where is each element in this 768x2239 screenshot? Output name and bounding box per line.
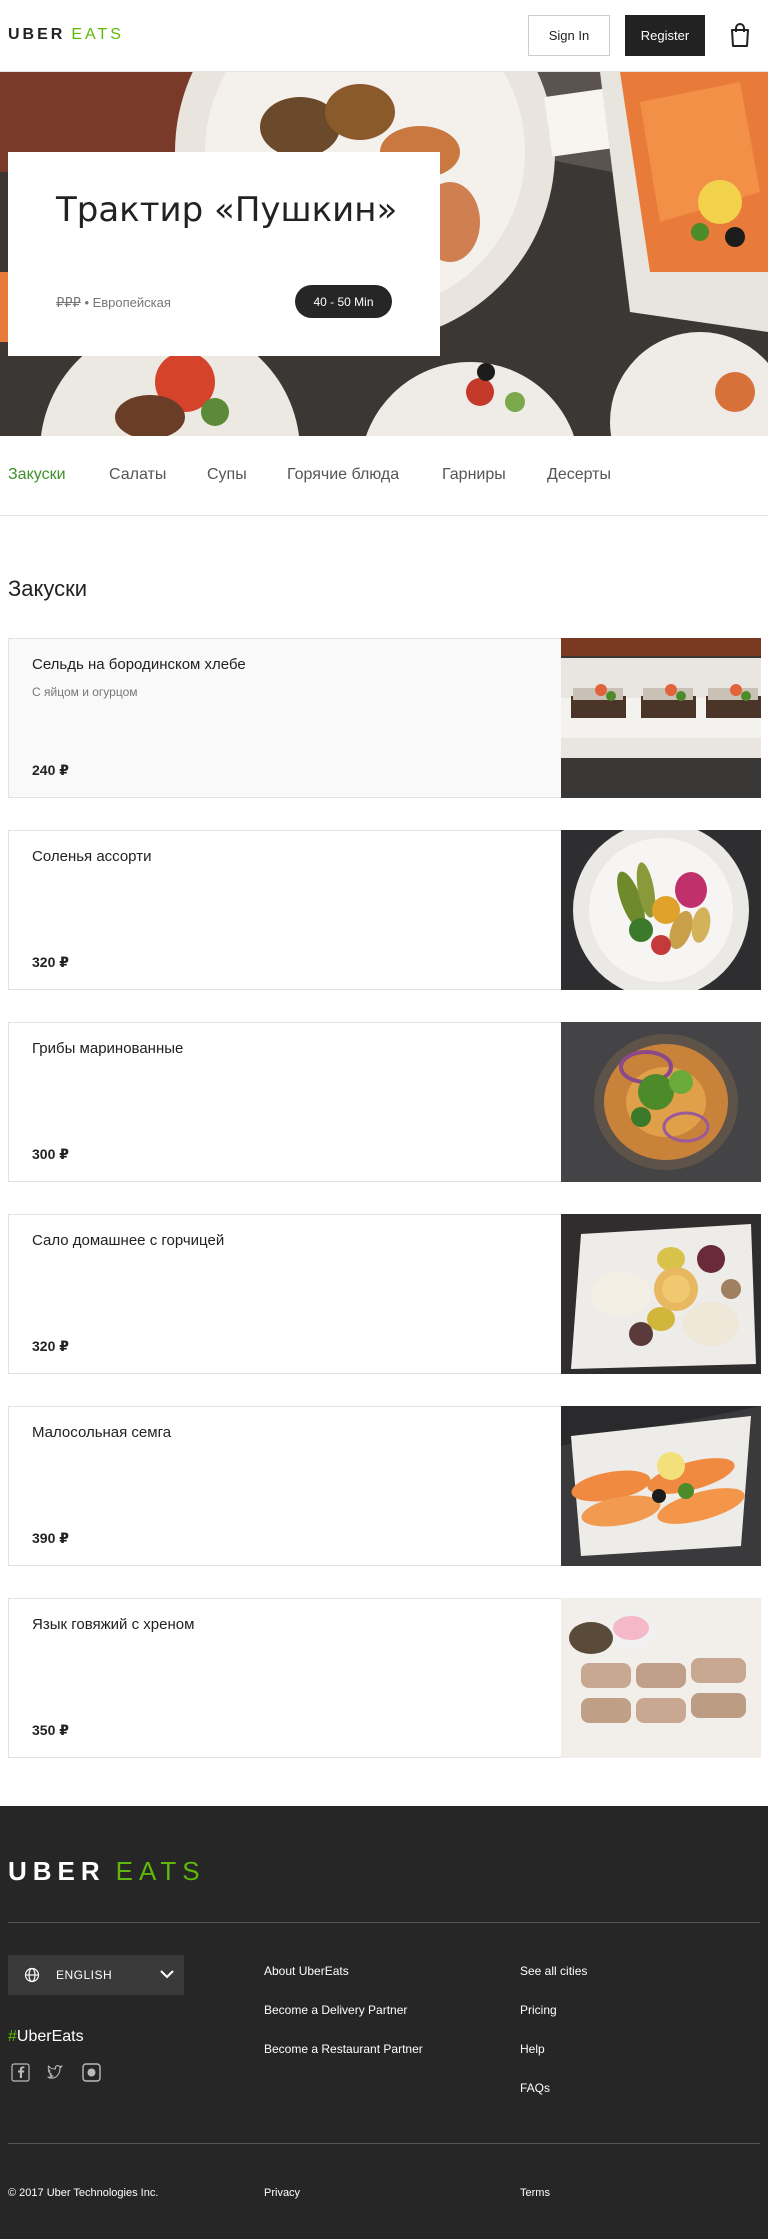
copyright-text: © 2017 Uber Technologies Inc. [8, 2187, 159, 2199]
page-footer: UBER EATS ENGLISH #UberEats About UberEat… [0, 1806, 768, 2239]
footer-logo-eats: EATS [115, 1856, 206, 1886]
terms-link[interactable]: Terms [520, 2187, 550, 2199]
tab-deserty[interactable]: Десерты [547, 466, 611, 484]
footer-link-help[interactable]: Help [520, 2042, 545, 2056]
tab-goryachie-blyuda[interactable]: Горячие блюда [287, 466, 399, 484]
footer-logo[interactable]: UBER EATS [8, 1856, 206, 1887]
tab-salaty[interactable]: Салаты [109, 466, 166, 484]
menu-item-card[interactable]: Грибы маринованные 300 ₽ [8, 1022, 761, 1182]
hashtag-ubereats: #UberEats [8, 2028, 84, 2046]
footer-link-restaurant-partner[interactable]: Become a Restaurant Partner [264, 2042, 423, 2056]
uber-eats-logo[interactable]: UBER EATS [8, 26, 124, 44]
menu-item-description: С яйцом и огурцом [32, 685, 138, 699]
menu-item-price: 390 ₽ [32, 1530, 69, 1546]
menu-item-price: 350 ₽ [32, 1722, 69, 1738]
menu-item-price: 300 ₽ [32, 1146, 69, 1162]
delivery-eta-badge: 40 - 50 Min [295, 285, 392, 318]
menu-item-photo [561, 1598, 761, 1758]
menu-item-photo [561, 638, 761, 798]
footer-link-all-cities[interactable]: See all cities [520, 1964, 587, 1978]
menu-item-photo [561, 1022, 761, 1182]
menu-item-card[interactable]: Сало домашнее с горчицей 320 ₽ [8, 1214, 761, 1374]
cuisine-label: • Европейская [80, 295, 171, 310]
menu-item-card[interactable]: Малосольная семга 390 ₽ [8, 1406, 761, 1566]
tab-supy[interactable]: Супы [207, 466, 247, 484]
menu-item-name: Малосольная семга [32, 1424, 172, 1441]
footer-link-faqs[interactable]: FAQs [520, 2081, 550, 2095]
chevron-down-icon [160, 1970, 174, 1979]
menu-item-price: 240 ₽ [32, 762, 69, 778]
menu-item-price: 320 ₽ [32, 1338, 69, 1354]
menu-item-photo [561, 830, 761, 990]
menu-item-photo [561, 1214, 761, 1374]
logo-uber-text: UBER [8, 26, 66, 43]
register-button[interactable]: Register [625, 15, 705, 56]
footer-link-delivery-partner[interactable]: Become a Delivery Partner [264, 2003, 407, 2017]
privacy-link[interactable]: Privacy [264, 2187, 300, 2199]
menu-item-name: Сало домашнее с горчицей [32, 1232, 225, 1249]
footer-logo-uber: UBER [8, 1856, 106, 1886]
menu-item-name: Сельдь на бородинском хлебе [32, 656, 246, 673]
top-header: UBER EATS Sign In Register [0, 0, 768, 72]
instagram-icon[interactable] [82, 2063, 101, 2082]
menu-item-price: 320 ₽ [32, 954, 69, 970]
hashtag-symbol: # [8, 2028, 17, 2045]
menu-item-card[interactable]: Сельдь на бородинском хлебе С яйцом и ог… [8, 638, 761, 798]
facebook-icon[interactable] [11, 2063, 30, 2082]
menu-item-name: Соленья ассорти [32, 848, 152, 865]
menu-item-card[interactable]: Язык говяжий с хреном 350 ₽ [8, 1598, 761, 1758]
restaurant-hero: Трактир «Пушкин» ₽₽₽ • Европейская 40 - … [0, 72, 768, 436]
section-title: Закуски [8, 576, 88, 601]
price-level: ₽₽₽ [56, 295, 81, 310]
footer-divider [8, 1922, 760, 1923]
menu-item-photo [561, 1406, 761, 1566]
restaurant-info-card: Трактир «Пушкин» ₽₽₽ • Европейская 40 - … [8, 152, 440, 356]
tab-garniry[interactable]: Гарниры [442, 466, 506, 484]
restaurant-name: Трактир «Пушкин» [56, 190, 398, 230]
tab-zakuski[interactable]: Закуски [8, 466, 66, 484]
restaurant-meta: ₽₽₽ • Европейская [56, 295, 171, 311]
footer-divider-bottom [8, 2143, 760, 2144]
shopping-bag-icon[interactable] [728, 22, 752, 48]
footer-link-about[interactable]: About UberEats [264, 1964, 349, 1978]
hashtag-text: UberEats [16, 2028, 84, 2045]
language-label: ENGLISH [56, 1968, 113, 1982]
globe-icon [24, 1967, 40, 1983]
footer-link-pricing[interactable]: Pricing [520, 2003, 557, 2017]
menu-item-card[interactable]: Соленья ассорти 320 ₽ [8, 830, 761, 990]
menu-item-name: Грибы маринованные [32, 1040, 184, 1057]
sign-in-button[interactable]: Sign In [528, 15, 610, 56]
twitter-icon[interactable] [46, 2063, 65, 2082]
logo-eats-text: EATS [71, 26, 124, 43]
language-selector[interactable]: ENGLISH [8, 1955, 184, 1995]
menu-category-tabs: Закуски Салаты Супы Горячие блюда Гарнир… [0, 436, 768, 516]
menu-item-name: Язык говяжий с хреном [32, 1616, 195, 1633]
